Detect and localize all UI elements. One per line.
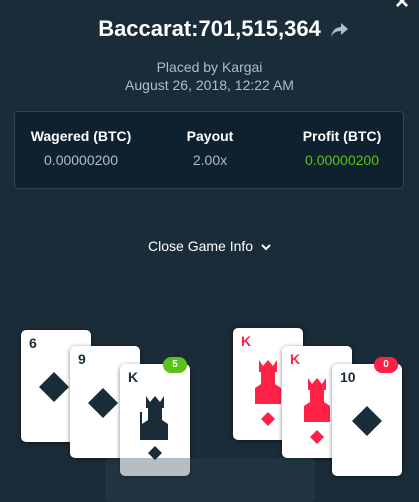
close-icon[interactable]: × [395,0,409,14]
card-rank: K [241,333,252,349]
profit-stat: Profit (BTC) 0.00000200 [285,128,399,168]
card-rank: 10 [340,369,356,385]
card-rank: 6 [29,335,37,351]
placed-by-text: Placed by Kargai [156,59,263,75]
chevron-down-icon [261,244,271,251]
bet-meta: Placed by Kargai August 26, 2018, 12:22 … [0,58,419,94]
payout-value: 2.00x [192,152,228,168]
diamond-icon [310,430,324,444]
payout-label: Payout [186,128,234,144]
wagered-label: Wagered (BTC) [30,128,132,144]
close-game-info-label: Close Game Info [148,238,254,254]
card-rank: 9 [78,351,86,367]
share-icon[interactable] [330,20,350,40]
card-rank: K [290,351,301,367]
bet-datetime: August 26, 2018, 12:22 AM [125,77,294,93]
payout-stat: Payout 2.00x [155,128,265,168]
king-figure-icon [140,396,168,440]
player-score-badge: 5 [163,357,187,373]
wagered-stat: Wagered (BTC) 0.00000200 [23,128,139,168]
banker-card-3: 10 [332,364,402,476]
king-figure-icon [304,378,330,422]
diamond-icon [261,412,275,426]
spade-icon [88,388,118,418]
banker-score-badge: 0 [374,357,398,373]
king-figure-icon [255,360,281,404]
close-game-info-toggle[interactable]: Close Game Info [0,238,419,254]
spade-icon [352,406,382,436]
spade-icon [39,372,69,402]
wagered-value: 0.00000200 [44,152,118,168]
bet-stats-panel: Wagered (BTC) 0.00000200 Payout 2.00x Pr… [14,111,404,189]
profit-value: 0.00000200 [305,152,379,168]
profit-label: Profit (BTC) [302,128,382,144]
page-title: Baccarat:701,515,364 [98,16,321,41]
card-rank: K [128,369,139,385]
title-row: Baccarat:701,515,364 [0,16,419,42]
bottom-action-button[interactable] [105,458,315,502]
